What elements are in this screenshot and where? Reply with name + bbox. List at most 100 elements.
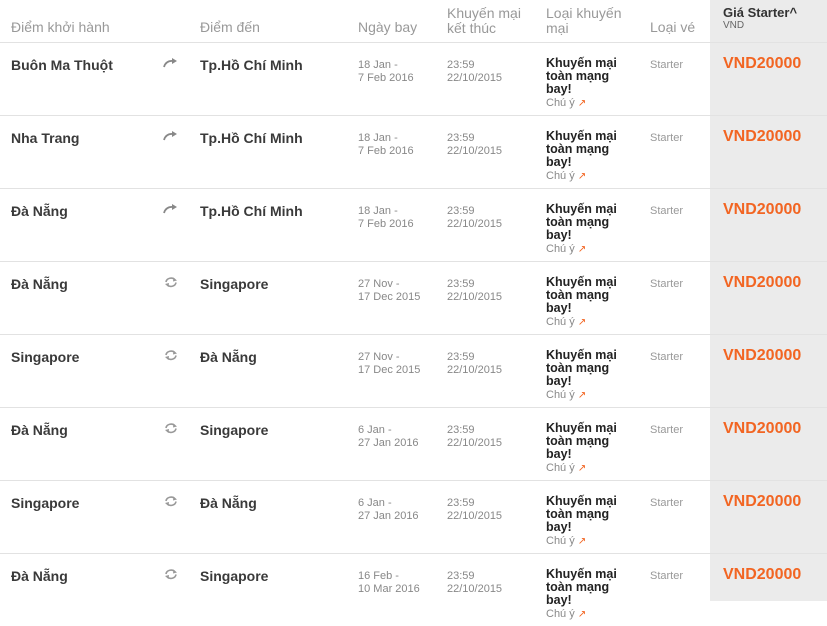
promo-type: Khuyến mại toàn mạng bay! Chú ý ↗ bbox=[546, 41, 650, 115]
trip-type-cell bbox=[163, 187, 200, 261]
table-row[interactable]: Đà Nẵng Tp.Hồ Chí Minh 18 Jan -7 Feb 201… bbox=[0, 187, 827, 261]
departure-city: Buôn Ma Thuột bbox=[0, 41, 163, 115]
promo-type: Khuyến mại toàn mạng bay! Chú ý ↗ bbox=[546, 552, 650, 626]
ticket-type: Starter bbox=[650, 41, 710, 115]
departure-city: Đà Nẵng bbox=[0, 260, 163, 334]
note-link[interactable]: Chú ý ↗ bbox=[546, 243, 650, 256]
header-promo-end[interactable]: Khuyến mại kết thúc bbox=[447, 0, 546, 42]
promo-end-time: 23:59 22/10/2015 bbox=[447, 333, 546, 407]
roundtrip-icon bbox=[163, 348, 179, 360]
oneway-arrow-icon bbox=[163, 129, 179, 141]
external-arrow-icon: ↗ bbox=[577, 170, 587, 182]
external-arrow-icon: ↗ bbox=[577, 97, 587, 109]
flight-dates: 18 Jan -7 Feb 2016 bbox=[358, 114, 447, 188]
promo-type: Khuyến mại toàn mạng bay! Chú ý ↗ bbox=[546, 406, 650, 480]
promo-end-time: 23:59 22/10/2015 bbox=[447, 41, 546, 115]
trip-type-cell bbox=[163, 406, 200, 480]
promo-type: Khuyến mại toàn mạng bay! Chú ý ↗ bbox=[546, 479, 650, 553]
table-row[interactable]: Đà Nẵng Singapore 16 Feb -10 Mar 2016 23… bbox=[0, 552, 827, 626]
ticket-type: Starter bbox=[650, 333, 710, 407]
departure-city: Đà Nẵng bbox=[0, 406, 163, 480]
promo-end-time: 23:59 22/10/2015 bbox=[447, 552, 546, 626]
roundtrip-icon bbox=[163, 275, 179, 287]
destination-city: Đà Nẵng bbox=[200, 479, 358, 553]
promo-type: Khuyến mại toàn mạng bay! Chú ý ↗ bbox=[546, 187, 650, 261]
note-link[interactable]: Chú ý ↗ bbox=[546, 389, 650, 402]
table-row[interactable]: Buôn Ma Thuột Tp.Hồ Chí Minh 18 Jan -7 F… bbox=[0, 41, 827, 115]
fares-table: Điểm khởi hành Điểm đến Ngày bay Khuyến … bbox=[0, 0, 827, 626]
table-row[interactable]: Đà Nẵng Singapore 6 Jan -27 Jan 2016 23:… bbox=[0, 406, 827, 480]
oneway-arrow-icon bbox=[163, 202, 179, 214]
header-from[interactable]: Điểm khởi hành bbox=[0, 0, 163, 42]
trip-type-cell bbox=[163, 260, 200, 334]
promo-end-time: 23:59 22/10/2015 bbox=[447, 187, 546, 261]
departure-city: Singapore bbox=[0, 333, 163, 407]
promo-end-time: 23:59 22/10/2015 bbox=[447, 479, 546, 553]
trip-type-cell bbox=[163, 333, 200, 407]
trip-type-cell bbox=[163, 552, 200, 626]
flight-dates: 18 Jan -7 Feb 2016 bbox=[358, 187, 447, 261]
ticket-type: Starter bbox=[650, 114, 710, 188]
external-arrow-icon: ↗ bbox=[577, 608, 587, 620]
external-arrow-icon: ↗ bbox=[577, 389, 587, 401]
note-link[interactable]: Chú ý ↗ bbox=[546, 97, 650, 110]
table-row[interactable]: Singapore Đà Nẵng 6 Jan -27 Jan 2016 23:… bbox=[0, 479, 827, 553]
ticket-type: Starter bbox=[650, 479, 710, 553]
header-to[interactable]: Điểm đến bbox=[200, 0, 358, 42]
destination-city: Đà Nẵng bbox=[200, 333, 358, 407]
note-link[interactable]: Chú ý ↗ bbox=[546, 462, 650, 475]
ticket-type: Starter bbox=[650, 406, 710, 480]
external-arrow-icon: ↗ bbox=[577, 462, 587, 474]
ticket-type: Starter bbox=[650, 552, 710, 626]
note-link[interactable]: Chú ý ↗ bbox=[546, 316, 650, 329]
oneway-arrow-icon bbox=[163, 56, 179, 68]
note-link[interactable]: Chú ý ↗ bbox=[546, 170, 650, 183]
trip-type-cell bbox=[163, 41, 200, 115]
price-value[interactable]: VND20000 bbox=[710, 552, 827, 626]
note-link[interactable]: Chú ý ↗ bbox=[546, 608, 650, 621]
header-icon-spacer bbox=[163, 0, 200, 42]
destination-city: Tp.Hồ Chí Minh bbox=[200, 114, 358, 188]
table-row[interactable]: Singapore Đà Nẵng 27 Nov -17 Dec 2015 23… bbox=[0, 333, 827, 407]
ticket-type: Starter bbox=[650, 187, 710, 261]
destination-city: Singapore bbox=[200, 552, 358, 626]
external-arrow-icon: ↗ bbox=[577, 316, 587, 328]
price-value[interactable]: VND20000 bbox=[710, 479, 827, 553]
external-arrow-icon: ↗ bbox=[577, 535, 587, 547]
price-value[interactable]: VND20000 bbox=[710, 41, 827, 115]
header-price[interactable]: Giá Starter^ VND bbox=[710, 0, 827, 42]
price-value[interactable]: VND20000 bbox=[710, 333, 827, 407]
price-value[interactable]: VND20000 bbox=[710, 114, 827, 188]
promo-end-time: 23:59 22/10/2015 bbox=[447, 406, 546, 480]
roundtrip-icon bbox=[163, 494, 179, 506]
destination-city: Tp.Hồ Chí Minh bbox=[200, 41, 358, 115]
ticket-type: Starter bbox=[650, 260, 710, 334]
price-value[interactable]: VND20000 bbox=[710, 406, 827, 480]
external-arrow-icon: ↗ bbox=[577, 243, 587, 255]
departure-city: Đà Nẵng bbox=[0, 552, 163, 626]
table-row[interactable]: Đà Nẵng Singapore 27 Nov -17 Dec 2015 23… bbox=[0, 260, 827, 334]
departure-city: Singapore bbox=[0, 479, 163, 553]
promo-end-time: 23:59 22/10/2015 bbox=[447, 260, 546, 334]
destination-city: Singapore bbox=[200, 260, 358, 334]
flight-dates: 6 Jan -27 Jan 2016 bbox=[358, 406, 447, 480]
price-value[interactable]: VND20000 bbox=[710, 187, 827, 261]
departure-city: Đà Nẵng bbox=[0, 187, 163, 261]
destination-city: Singapore bbox=[200, 406, 358, 480]
trip-type-cell bbox=[163, 479, 200, 553]
roundtrip-icon bbox=[163, 421, 179, 433]
note-link[interactable]: Chú ý ↗ bbox=[546, 535, 650, 548]
header-ticket-type[interactable]: Loại vé bbox=[650, 0, 710, 42]
promo-type: Khuyến mại toàn mạng bay! Chú ý ↗ bbox=[546, 333, 650, 407]
departure-city: Nha Trang bbox=[0, 114, 163, 188]
promo-type: Khuyến mại toàn mạng bay! Chú ý ↗ bbox=[546, 114, 650, 188]
price-value[interactable]: VND20000 bbox=[710, 260, 827, 334]
flight-dates: 27 Nov -17 Dec 2015 bbox=[358, 260, 447, 334]
header-date[interactable]: Ngày bay bbox=[358, 0, 447, 42]
flight-dates: 18 Jan -7 Feb 2016 bbox=[358, 41, 447, 115]
flight-dates: 27 Nov -17 Dec 2015 bbox=[358, 333, 447, 407]
flight-dates: 16 Feb -10 Mar 2016 bbox=[358, 552, 447, 626]
table-row[interactable]: Nha Trang Tp.Hồ Chí Minh 18 Jan -7 Feb 2… bbox=[0, 114, 827, 188]
trip-type-cell bbox=[163, 114, 200, 188]
header-promo-type[interactable]: Loại khuyến mại bbox=[546, 0, 650, 42]
